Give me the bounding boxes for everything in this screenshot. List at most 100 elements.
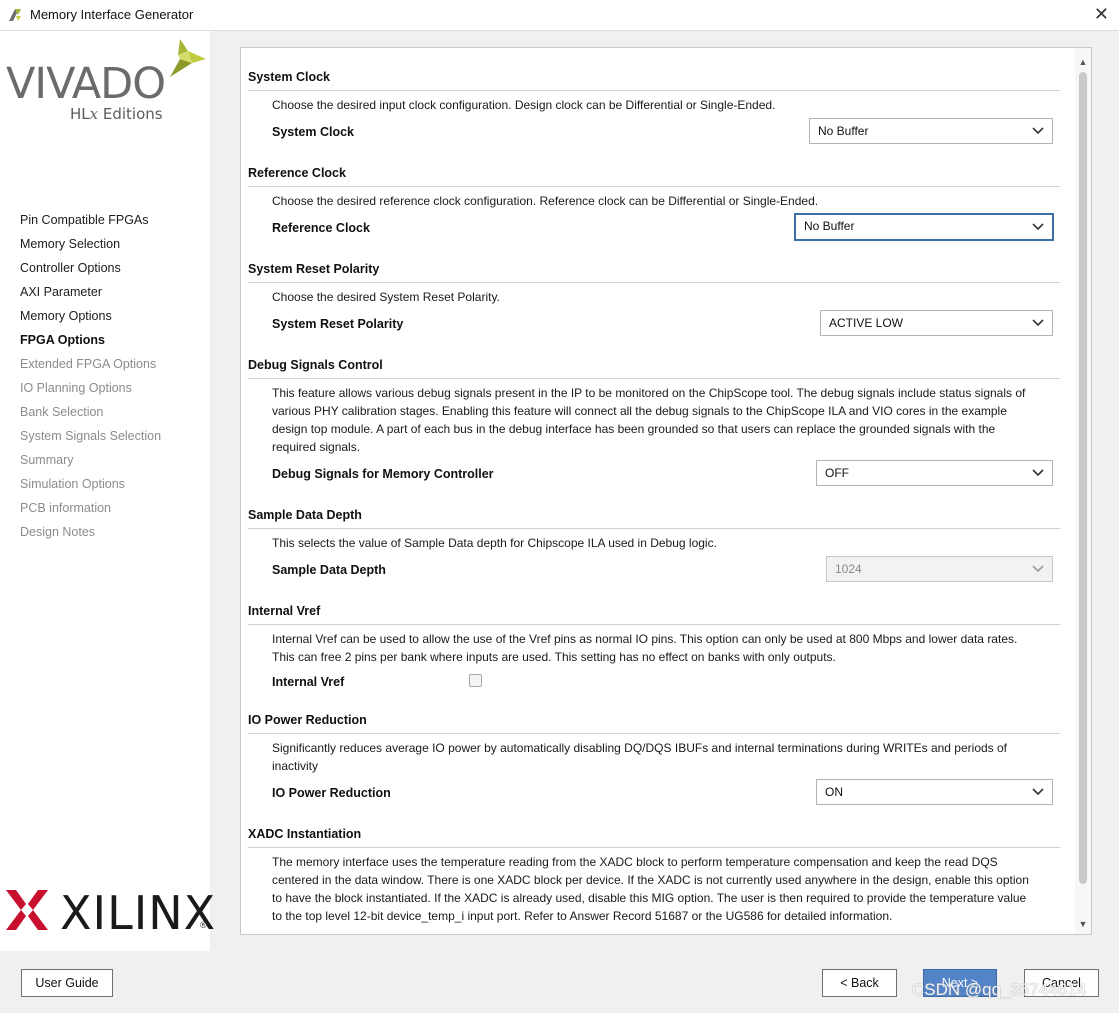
dropdown-value: No Buffer: [818, 124, 869, 138]
chevron-down-icon: [1032, 565, 1044, 573]
internal-vref-section: Internal Vref Internal Vref can be used …: [248, 604, 1060, 689]
nav-item-memory-options[interactable]: Memory Options: [20, 307, 161, 331]
description-line: This feature allows various debug signal…: [272, 386, 1026, 400]
io-power-dropdown[interactable]: ON: [816, 779, 1053, 805]
nav-item-bank-selection: Bank Selection: [20, 405, 104, 419]
section-title: Internal Vref: [248, 604, 1060, 625]
system-clock-section: System Clock Choose the desired input cl…: [248, 70, 1060, 144]
description-line: various PHY calibration stages. Enabling…: [272, 404, 1007, 418]
nav-item-axi-parameter[interactable]: AXI Parameter: [20, 283, 161, 307]
system-clock-dropdown[interactable]: No Buffer: [809, 118, 1053, 144]
xilinx-mark-icon: [6, 890, 48, 930]
vivado-app-icon: [9, 9, 21, 21]
description-line: The memory interface uses the temperatur…: [272, 855, 998, 869]
section-title: Debug Signals Control: [248, 358, 1060, 379]
reset-polarity-label: System Reset Polarity: [272, 317, 404, 331]
section-title: System Clock: [248, 70, 1060, 91]
nav-item-memory-selection[interactable]: Memory Selection: [20, 235, 161, 259]
section-title: System Reset Polarity: [248, 262, 1060, 283]
nav-item-summary: Summary: [20, 453, 74, 467]
hlx-suffix: Editions: [98, 105, 163, 123]
description-line: Internal Vref can be used to allow the u…: [272, 632, 1018, 646]
reset-polarity-dropdown[interactable]: ACTIVE LOW: [820, 310, 1053, 336]
vivado-logo: VIVADO HLx Editions: [4, 35, 209, 123]
section-description: The memory interface uses the temperatur…: [272, 853, 1052, 925]
section-title: XADC Instantiation: [248, 827, 1060, 848]
section-title: Sample Data Depth: [248, 508, 1060, 529]
button-label: < Back: [840, 976, 879, 990]
hlx-editions-text: HLx Editions: [70, 105, 163, 123]
vertical-scrollbar[interactable]: ▲ ▼: [1075, 48, 1091, 934]
sample-depth-label: Sample Data Depth: [272, 563, 386, 577]
section-description: Internal Vref can be used to allow the u…: [272, 630, 1052, 666]
window-title: Memory Interface Generator: [30, 7, 194, 22]
dropdown-value: ACTIVE LOW: [829, 316, 904, 330]
nav-item-controller-options[interactable]: Controller Options: [20, 259, 161, 283]
nav-item-system-signals-selection: System Signals Selection: [20, 429, 162, 443]
section-description: This selects the value of Sample Data de…: [272, 536, 717, 550]
csdn-watermark: CSDN @qq_35744614: [912, 980, 1087, 999]
section-title: IO Power Reduction: [248, 713, 1060, 734]
system-clock-label: System Clock: [272, 125, 354, 139]
nav-item-pin-compatible-fpgas[interactable]: Pin Compatible FPGAs: [20, 211, 161, 235]
hlx-x: x: [89, 105, 99, 123]
nav-item-extended-fpga-options: Extended FPGA Options: [20, 357, 157, 371]
dropdown-value: OFF: [825, 466, 849, 480]
close-icon[interactable]: ✕: [1094, 4, 1109, 24]
scroll-thumb[interactable]: [1079, 72, 1087, 884]
chevron-down-icon: [1032, 127, 1044, 135]
nav-item-simulation-options: Simulation Options: [20, 477, 125, 491]
description-line: inactivity: [272, 759, 319, 773]
debug-signals-section: Debug Signals Control This feature allow…: [248, 358, 1060, 486]
io-power-label: IO Power Reduction: [272, 786, 391, 800]
internal-vref-label: Internal Vref: [272, 675, 345, 689]
sample-depth-dropdown: 1024: [826, 556, 1053, 582]
io-power-section: IO Power Reduction Significantly reduces…: [248, 713, 1060, 805]
nav-item-fpga-options[interactable]: FPGA Options: [20, 331, 161, 355]
dropdown-value: No Buffer: [804, 219, 855, 233]
scroll-down-arrow-icon[interactable]: ▼: [1075, 916, 1091, 932]
back-button[interactable]: < Back: [822, 969, 897, 997]
hlx-prefix: HL: [70, 105, 90, 123]
reset-polarity-section: System Reset Polarity Choose the desired…: [248, 262, 1060, 336]
description-line: Significantly reduces average IO power b…: [272, 741, 1008, 755]
vivado-leaf-icon: [170, 39, 206, 77]
description-line: centered in the data window. There is on…: [272, 873, 1029, 887]
section-description: Choose the desired input clock configura…: [272, 98, 776, 112]
debug-signals-dropdown[interactable]: OFF: [816, 460, 1053, 486]
xilinx-wordmark: XILINX: [60, 886, 217, 940]
description-line: design top module. A part of each bus in…: [272, 422, 996, 436]
chevron-down-icon: [1032, 469, 1044, 477]
section-description: Significantly reduces average IO power b…: [272, 739, 1052, 775]
nav-item-io-planning-options: IO Planning Options: [20, 381, 132, 395]
nav-item-pcb-information: PCB information: [20, 501, 112, 515]
wizard-step-list: Pin Compatible FPGAs Memory Selection Cont…: [20, 211, 161, 547]
chevron-down-icon: [1032, 223, 1044, 231]
nav-item-design-notes: Design Notes: [20, 525, 96, 539]
chevron-down-icon: [1032, 319, 1044, 327]
reference-clock-label: Reference Clock: [272, 221, 370, 235]
sample-depth-section: Sample Data Depth This selects the value…: [248, 508, 1060, 582]
description-line: This can free 2 pins per bank where inpu…: [272, 650, 836, 664]
left-pane: VIVADO HLx Editions Pin Compatible FPGAs…: [0, 31, 215, 951]
internal-vref-checkbox[interactable]: [469, 674, 482, 687]
section-description: Choose the desired reference clock confi…: [272, 194, 819, 208]
section-description: This feature allows various debug signal…: [272, 384, 1052, 456]
user-guide-button[interactable]: User Guide: [21, 969, 113, 997]
vivado-wordmark: VIVADO: [6, 59, 166, 109]
reference-clock-dropdown[interactable]: No Buffer: [794, 213, 1054, 241]
description-line: required signals.: [272, 440, 361, 454]
button-label: User Guide: [35, 976, 99, 990]
dropdown-value: ON: [825, 785, 843, 799]
fpga-options-panel[interactable]: System Clock Choose the desired input cl…: [240, 47, 1092, 935]
section-description: Choose the desired System Reset Polarity…: [272, 290, 500, 304]
description-line: to have the block instantiated. If the X…: [272, 891, 1027, 905]
xadc-section: XADC Instantiation The memory interface …: [248, 827, 1060, 923]
chevron-down-icon: [1032, 788, 1044, 796]
title-bar: Memory Interface Generator ✕: [0, 0, 1119, 31]
scroll-up-arrow-icon[interactable]: ▲: [1075, 54, 1091, 70]
registered-mark: ®: [200, 920, 207, 930]
dropdown-value: 1024: [835, 562, 862, 576]
debug-signals-label: Debug Signals for Memory Controller: [272, 467, 494, 481]
xilinx-logo: XILINX ®: [4, 886, 215, 940]
